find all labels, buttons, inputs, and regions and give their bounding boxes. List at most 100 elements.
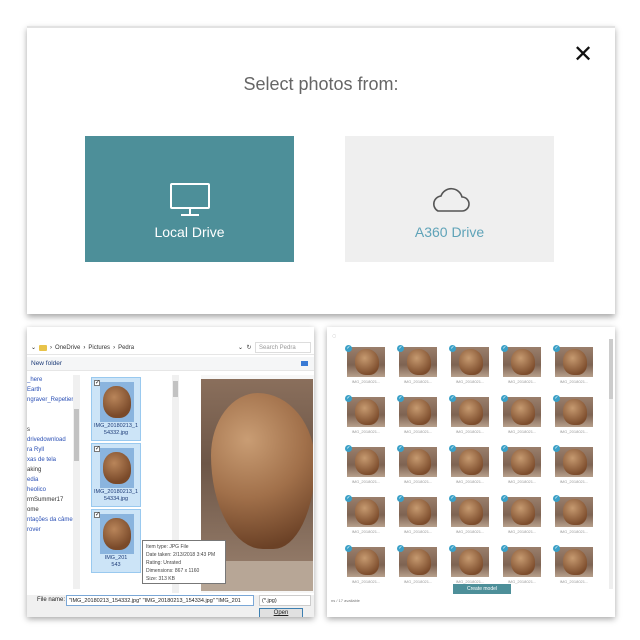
a360-drive-option[interactable]: A360 Drive	[345, 136, 554, 262]
file-type-select[interactable]: (*.jpg)	[259, 595, 311, 606]
photo-caption: IMG_2018021...	[559, 579, 589, 584]
local-drive-option[interactable]: Local Drive	[85, 136, 294, 262]
photo-image	[503, 497, 541, 527]
photo-thumbnail[interactable]: ✓ IMG_2018021...	[397, 345, 439, 387]
refresh-icon[interactable]: ↻	[243, 344, 255, 351]
crumb-onedrive[interactable]: OneDrive	[55, 345, 80, 351]
monitor-icon	[168, 180, 212, 220]
explorer-toolbar: New folder	[27, 357, 314, 371]
check-icon: ✓	[449, 345, 456, 352]
photo-thumbnail[interactable]: ✓ IMG_2018021...	[397, 545, 439, 587]
check-icon: ✓	[449, 445, 456, 452]
address-bar[interactable]: ⌄ › OneDrive › Pictures › Pedra ⌄ ↻ Sear…	[27, 341, 314, 355]
check-icon: ✓	[397, 395, 404, 402]
photo-thumbnail[interactable]: ✓ IMG_2018021...	[553, 345, 595, 387]
dialog-footer: File name: "IMG_20180213_154332.jpg" "IM…	[27, 595, 314, 617]
photo-thumbnail[interactable]: ✓ IMG_2018021...	[501, 395, 543, 437]
chevron-down-icon[interactable]: ⌄	[31, 344, 36, 351]
photo-image	[347, 497, 385, 527]
cloud-icon	[428, 180, 472, 220]
photo-thumbnail[interactable]: ✓ IMG_2018021...	[553, 395, 595, 437]
photo-thumbnail[interactable]: ✓ IMG_2018021...	[553, 495, 595, 537]
photo-thumbnail[interactable]: ✓ IMG_2018021...	[501, 345, 543, 387]
photo-caption: IMG_2018021...	[559, 479, 589, 484]
photo-thumbnail[interactable]: ✓ IMG_2018021...	[345, 545, 387, 587]
photo-thumbnail[interactable]: ✓ IMG_2018021...	[345, 495, 387, 537]
photo-thumbnail[interactable]: ✓ IMG_2018021...	[397, 395, 439, 437]
photo-image	[347, 547, 385, 577]
photo-caption: IMG_2018021...	[351, 579, 381, 584]
crumb-pictures[interactable]: Pictures	[88, 345, 110, 351]
photo-thumbnail[interactable]: ✓ IMG_2018021...	[397, 495, 439, 537]
check-icon: ✓	[345, 545, 352, 552]
file-item[interactable]: ✓ IMG_20180213_1 54332.jpg	[91, 377, 141, 441]
photo-thumbnail[interactable]: ✓ IMG_2018021...	[553, 445, 595, 487]
photo-caption: IMG_2018021...	[351, 379, 381, 384]
check-icon: ✓	[345, 395, 352, 402]
photo-thumbnail[interactable]: ✓ IMG_2018021...	[345, 445, 387, 487]
file-tooltip: Item type: JPG File Date taken: 2/13/201…	[142, 540, 226, 584]
photo-caption: IMG_2018021...	[403, 479, 433, 484]
check-icon: ✓	[553, 345, 560, 352]
check-icon: ✓	[397, 345, 404, 352]
photo-caption: IMG_2018021...	[507, 529, 537, 534]
nav-scrollbar[interactable]	[73, 375, 80, 589]
photo-thumbnail[interactable]: ✓ IMG_2018021...	[345, 345, 387, 387]
back-icon[interactable]: ◌	[332, 333, 336, 340]
nav-scrollbar-thumb[interactable]	[74, 409, 79, 461]
file-name: IMG_20180213_1 54332.jpg	[93, 423, 139, 436]
photo-image	[451, 397, 489, 427]
photo-thumbnail[interactable]: ✓ IMG_2018021...	[449, 495, 491, 537]
photo-image	[503, 397, 541, 427]
photo-thumbnail[interactable]: ✓ IMG_2018021...	[501, 545, 543, 587]
photo-image	[451, 497, 489, 527]
photo-thumbnail[interactable]: ✓ IMG_2018021...	[397, 445, 439, 487]
check-icon: ✓	[449, 395, 456, 402]
photo-caption: IMG_2018021...	[559, 379, 589, 384]
photo-image	[347, 447, 385, 477]
new-folder-button[interactable]: New folder	[31, 360, 62, 367]
photo-image	[555, 547, 593, 577]
photo-caption: IMG_2018021...	[403, 579, 433, 584]
photo-thumbnail[interactable]: ✓ IMG_2018021...	[449, 445, 491, 487]
photo-thumbnail[interactable]: ✓ IMG_2018021...	[449, 395, 491, 437]
create-model-button[interactable]: Create model	[453, 584, 511, 594]
crumb-pedra[interactable]: Pedra	[118, 345, 134, 351]
chevron-right-icon: ›	[50, 344, 53, 351]
file-open-dialog: ⌄ › OneDrive › Pictures › Pedra ⌄ ↻ Sear…	[27, 327, 314, 617]
photo-caption: IMG_2018021...	[455, 429, 485, 434]
photo-image	[399, 447, 437, 477]
view-options-icon[interactable]	[301, 361, 308, 366]
photo-caption: IMG_2018021...	[559, 529, 589, 534]
grid-scrollbar-thumb[interactable]	[609, 339, 613, 399]
photo-image	[503, 347, 541, 377]
file-name: IMG_20180213_1 54334.jpg	[93, 489, 139, 502]
photo-image	[451, 447, 489, 477]
check-icon: ✓	[345, 495, 352, 502]
photo-image	[399, 397, 437, 427]
photo-thumbnail[interactable]: ✓ IMG_2018021...	[501, 495, 543, 537]
check-icon: ✓	[553, 545, 560, 552]
file-item[interactable]: ✓ IMG_20180213_1 54334.jpg	[91, 443, 141, 507]
photo-thumbnail[interactable]: ✓ IMG_2018021...	[345, 395, 387, 437]
close-icon[interactable]: ✕	[571, 42, 595, 66]
file-item[interactable]: ✓ IMG_201 543	[91, 509, 141, 573]
photo-image	[399, 347, 437, 377]
search-input[interactable]: Search Pedra	[255, 342, 311, 353]
select-photos-dialog: ✕ Select photos from: Local Drive A360 D…	[27, 26, 615, 314]
check-icon: ✓	[553, 395, 560, 402]
file-scrollbar-thumb[interactable]	[173, 381, 178, 397]
photo-image	[451, 347, 489, 377]
folder-icon	[39, 344, 48, 351]
photo-caption: IMG_2018021...	[455, 479, 485, 484]
photo-thumbnail[interactable]: ✓ IMG_2018021...	[501, 445, 543, 487]
photo-caption: IMG_2018021...	[507, 429, 537, 434]
photo-thumbnail[interactable]: ✓ IMG_2018021...	[449, 545, 491, 587]
grid-scrollbar[interactable]	[609, 339, 613, 589]
open-button[interactable]: Open	[259, 608, 303, 617]
photo-thumbnail[interactable]: ✓ IMG_2018021...	[449, 345, 491, 387]
photo-caption: IMG_2018021...	[507, 379, 537, 384]
check-icon: ✓	[397, 545, 404, 552]
file-name-field[interactable]: "IMG_20180213_154332.jpg" "IMG_20180213_…	[66, 595, 254, 606]
photo-thumbnail[interactable]: ✓ IMG_2018021...	[553, 545, 595, 587]
